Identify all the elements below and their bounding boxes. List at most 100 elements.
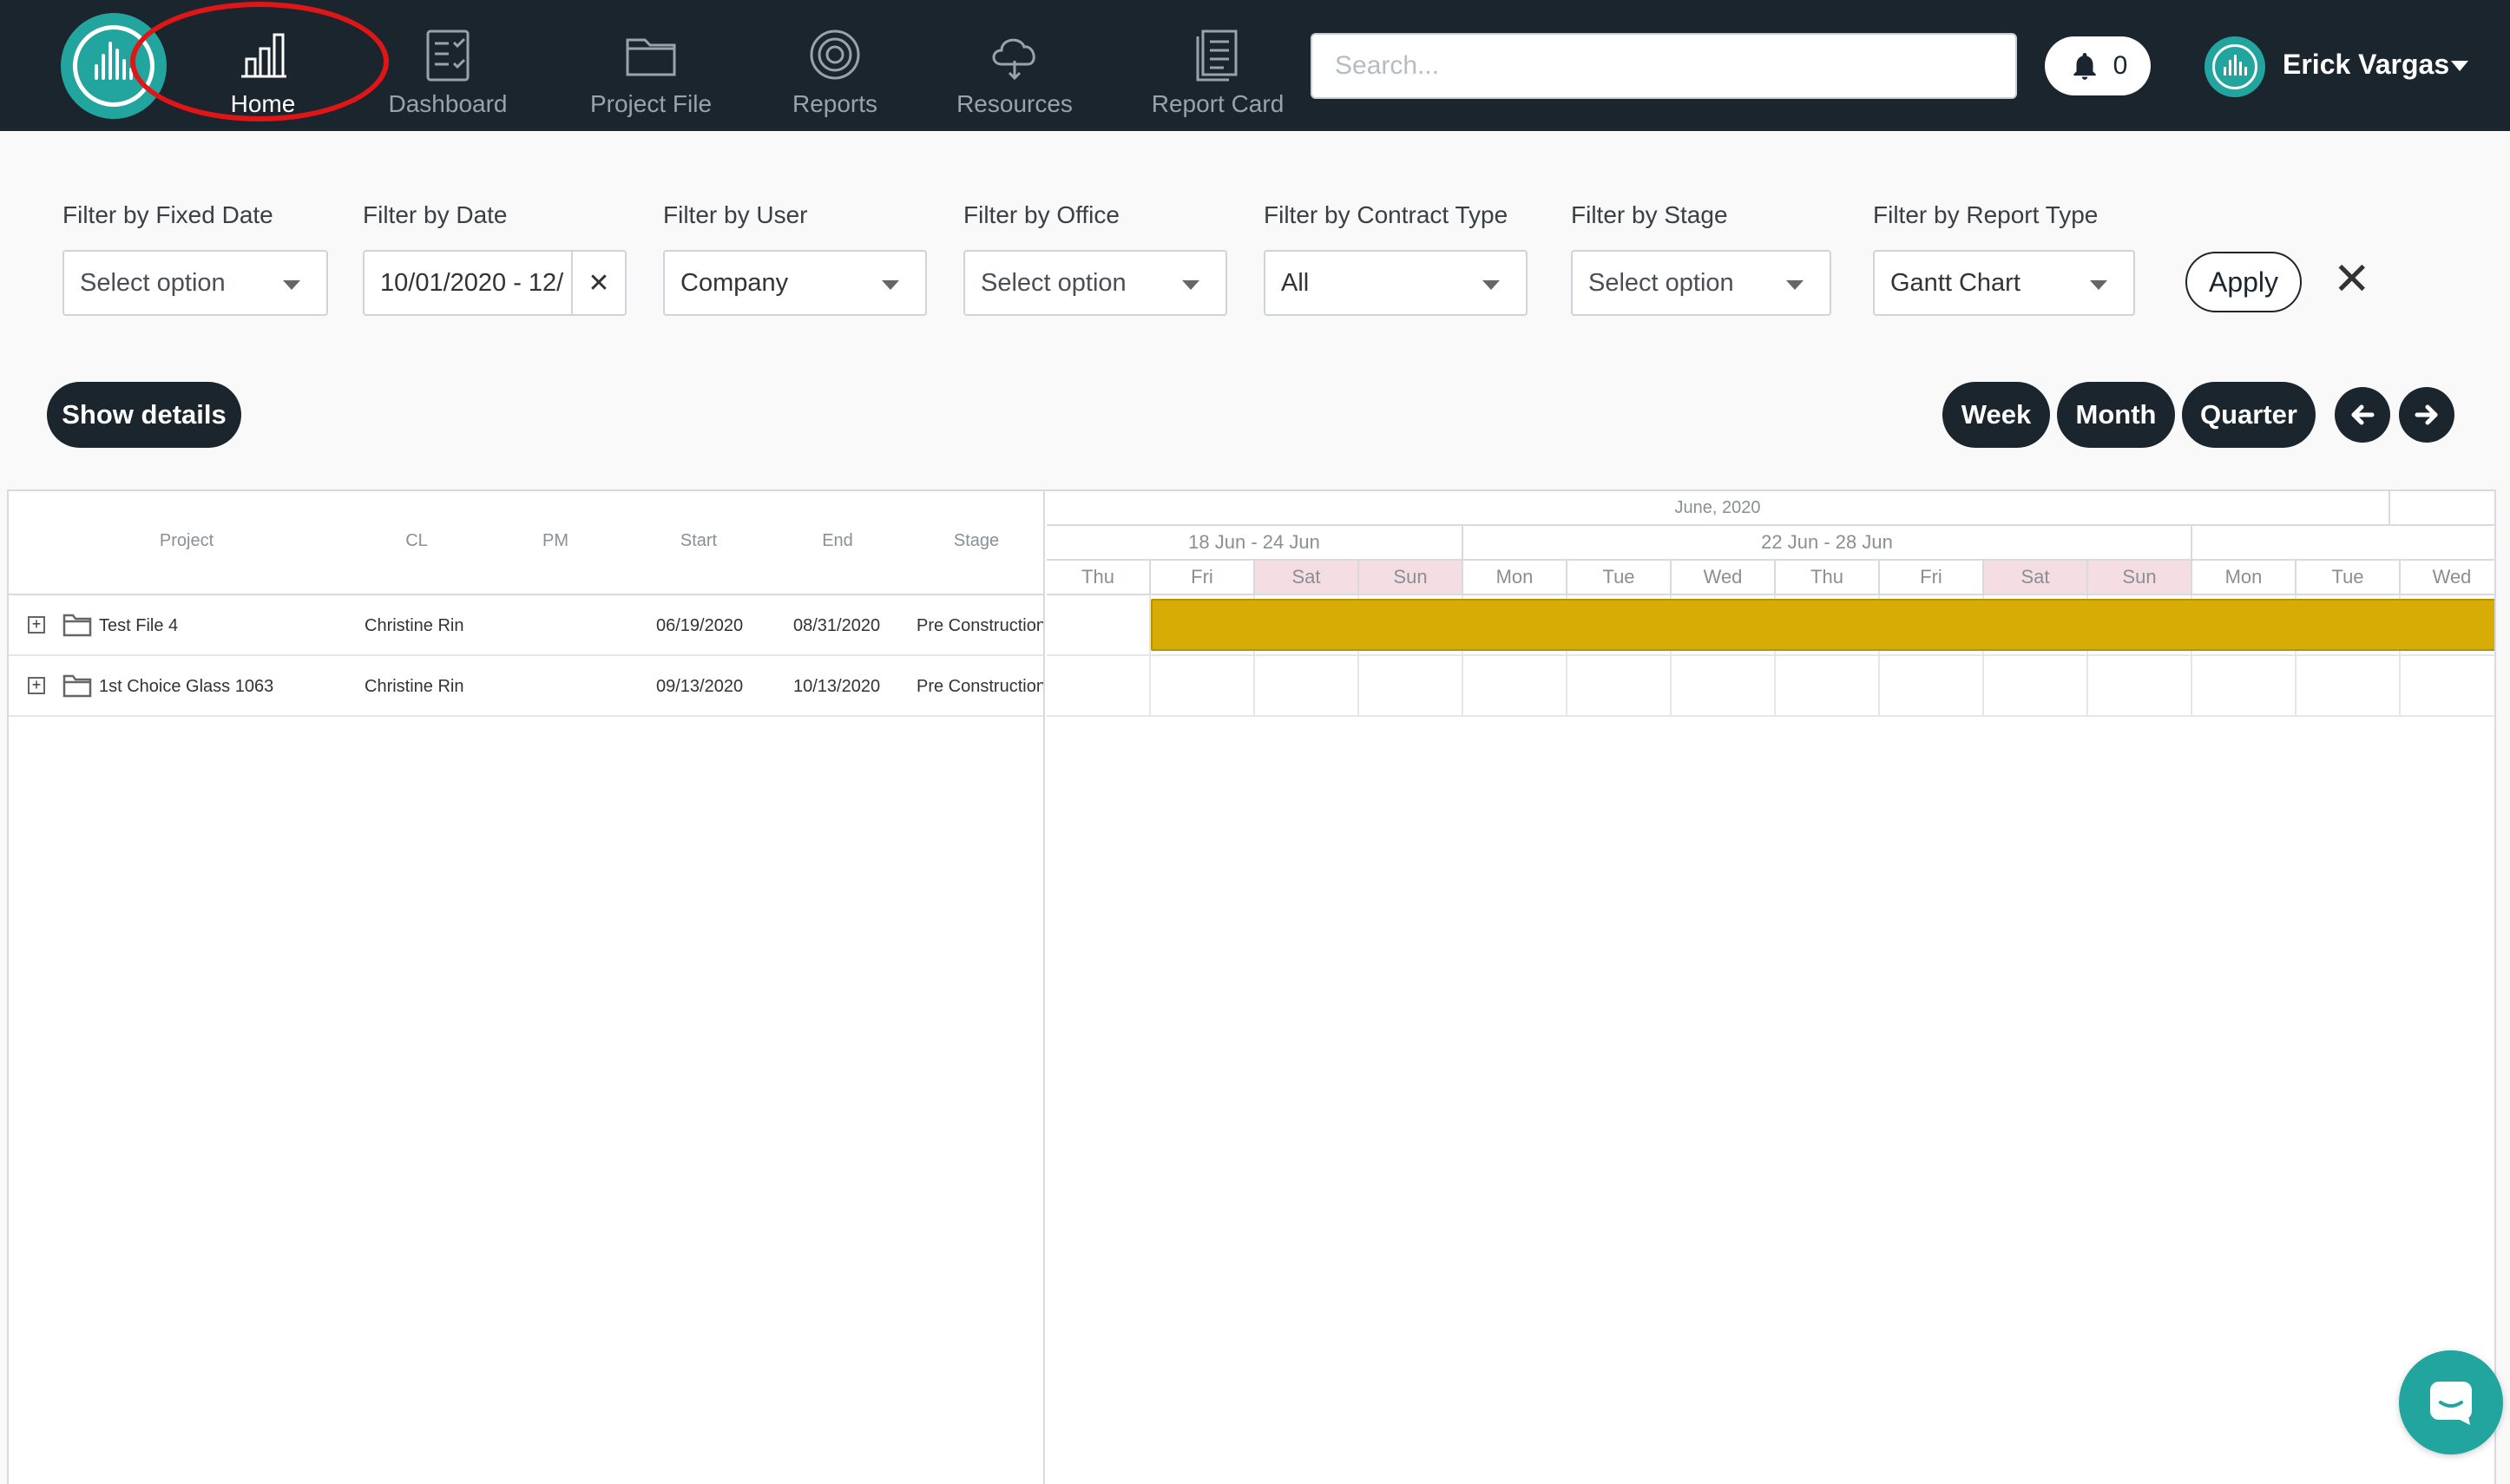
next-period-button[interactable] <box>2399 387 2454 443</box>
date-range-input[interactable]: 10/01/2020 - 12/ ✕ <box>363 250 627 316</box>
task-bar[interactable] <box>1151 599 2494 651</box>
user-name[interactable]: Erick Vargas <box>2283 49 2449 81</box>
week-label: 2 <box>2192 526 2494 559</box>
day-label: Fri <box>1151 561 1255 594</box>
filter-label: Filter by Fixed Date <box>62 201 273 228</box>
day-label: Mon <box>1463 561 1567 594</box>
select-value: Select option <box>1588 268 1734 297</box>
filter-label: Filter by Stage <box>1571 201 1728 228</box>
day-label: Wed <box>1672 561 1776 594</box>
day-label: Thu <box>1776 561 1880 594</box>
start-date: 09/13/2020 <box>656 677 744 696</box>
filter-date: Filter by Date 10/01/2020 - 12/ ✕ <box>363 201 627 316</box>
column-header-start[interactable]: Start <box>634 531 764 551</box>
prev-period-button[interactable] <box>2335 387 2390 443</box>
week-view-button[interactable]: Week <box>1942 382 2050 448</box>
day-label: Sat <box>1984 561 2088 594</box>
month-view-button[interactable]: Month <box>2057 382 2175 448</box>
table-row[interactable]: + Test File 4 Christine Rin 06/19/2020 0… <box>9 595 1043 656</box>
user-select[interactable]: Company <box>663 250 927 316</box>
week-label: 22 Jun - 28 Jun <box>1463 526 2192 559</box>
filter-fixed-date: Filter by Fixed Date Select option <box>62 201 328 316</box>
cloud-icon <box>992 38 1035 81</box>
expand-icon[interactable]: + <box>28 677 45 694</box>
day-label: Sat <box>1255 561 1359 594</box>
start-date: 06/19/2020 <box>656 616 744 635</box>
project-name: 1st Choice Glass 1063 <box>99 677 274 696</box>
fixed-date-select[interactable]: Select option <box>62 250 328 316</box>
day-label: Fri <box>1880 561 1984 594</box>
stage-value: Pre Construction <box>917 616 1043 635</box>
expand-icon[interactable]: + <box>28 616 45 634</box>
filter-label: Filter by Report Type <box>1873 201 2099 228</box>
stage-select[interactable]: Select option <box>1571 250 1831 316</box>
column-header-pm[interactable]: PM <box>495 531 616 551</box>
notifications-button[interactable]: 0 <box>2045 36 2151 95</box>
nav-project-file[interactable]: Project File <box>590 26 712 121</box>
app-logo[interactable] <box>61 13 167 119</box>
end-date: 08/31/2020 <box>793 616 881 635</box>
office-select[interactable]: Select option <box>963 250 1227 316</box>
caret-down-icon <box>283 280 300 290</box>
gantt-timeline: June, 2020 18 Jun - 24 Jun 22 Jun - 28 J… <box>1047 491 2494 1484</box>
month-label: June, 2020 <box>1047 491 2390 524</box>
end-date: 10/13/2020 <box>793 677 881 696</box>
chat-launcher[interactable] <box>2399 1350 2503 1454</box>
report-type-select[interactable]: Gantt Chart <box>1873 250 2135 316</box>
column-header-project[interactable]: Project <box>122 531 252 551</box>
nav-report-card[interactable]: Report Card <box>1151 26 1285 121</box>
select-value: Select option <box>981 268 1127 297</box>
table-row[interactable]: + 1st Choice Glass 1063 Christine Rin 09… <box>9 656 1043 717</box>
select-value: Gantt Chart <box>1890 268 2020 297</box>
gantt-grid: Project CL PM Start End Stage + Test Fil… <box>9 491 1045 1484</box>
cl-name: Christine Rin <box>365 677 464 696</box>
nav-home[interactable]: Home <box>224 26 302 121</box>
apply-button[interactable]: Apply <box>2185 252 2302 312</box>
stage-value: Pre Construction <box>917 677 1043 696</box>
notification-count: 0 <box>2112 51 2128 80</box>
user-avatar[interactable] <box>2204 36 2265 97</box>
nav-home-label: Home <box>230 90 296 117</box>
document-stack-icon <box>1196 30 1238 82</box>
nav-dashboard[interactable]: Dashboard <box>387 26 509 121</box>
select-value: Select option <box>80 268 226 297</box>
search-input[interactable] <box>1311 33 2017 99</box>
avatar-logo-icon <box>2212 44 2257 89</box>
gantt-chart: Project CL PM Start End Stage + Test Fil… <box>7 489 2496 1484</box>
chevron-down-icon[interactable] <box>2451 61 2468 71</box>
caret-down-icon <box>1182 280 1199 290</box>
filter-label: Filter by Date <box>363 201 508 228</box>
select-value: Company <box>680 268 789 297</box>
nav-report-card-label: Report Card <box>1151 90 1285 117</box>
nav-reports[interactable]: Reports <box>792 26 878 121</box>
folder-icon <box>62 613 92 637</box>
date-clear-button[interactable]: ✕ <box>571 252 625 314</box>
column-header-cl[interactable]: CL <box>356 531 477 551</box>
day-label: Sun <box>1359 561 1463 594</box>
show-details-button[interactable]: Show details <box>47 382 241 448</box>
column-header-end[interactable]: End <box>772 531 903 551</box>
quarter-view-button[interactable]: Quarter <box>2182 382 2316 448</box>
target-icon <box>810 30 860 80</box>
top-navbar: Home Dashboard Project File Reports Reso… <box>0 0 2510 131</box>
contract-type-select[interactable]: All <box>1264 250 1528 316</box>
folder-icon <box>626 38 676 76</box>
caret-down-icon <box>1482 280 1500 290</box>
filter-report-type: Filter by Report Type Gantt Chart <box>1873 201 2135 316</box>
nav-reports-label: Reports <box>792 90 878 117</box>
filter-label: Filter by Contract Type <box>1264 201 1508 228</box>
day-label: Wed <box>2401 561 2494 594</box>
filter-label: Filter by Office <box>963 201 1120 228</box>
column-header-stage[interactable]: Stage <box>911 531 1041 551</box>
checklist-icon <box>426 30 470 82</box>
bar-chart-icon <box>241 33 286 78</box>
nav-resources[interactable]: Resources <box>956 26 1073 121</box>
filter-stage: Filter by Stage Select option <box>1571 201 1831 316</box>
cl-name: Christine Rin <box>365 616 464 635</box>
nav-dashboard-label: Dashboard <box>388 90 508 117</box>
grid-header: Project CL PM Start End Stage <box>9 491 1043 595</box>
caret-down-icon <box>882 280 899 290</box>
date-range-value: 10/01/2020 - 12/ <box>380 268 564 297</box>
clear-filters-icon[interactable]: ✕ <box>2333 253 2371 305</box>
nav-resources-label: Resources <box>956 90 1073 117</box>
